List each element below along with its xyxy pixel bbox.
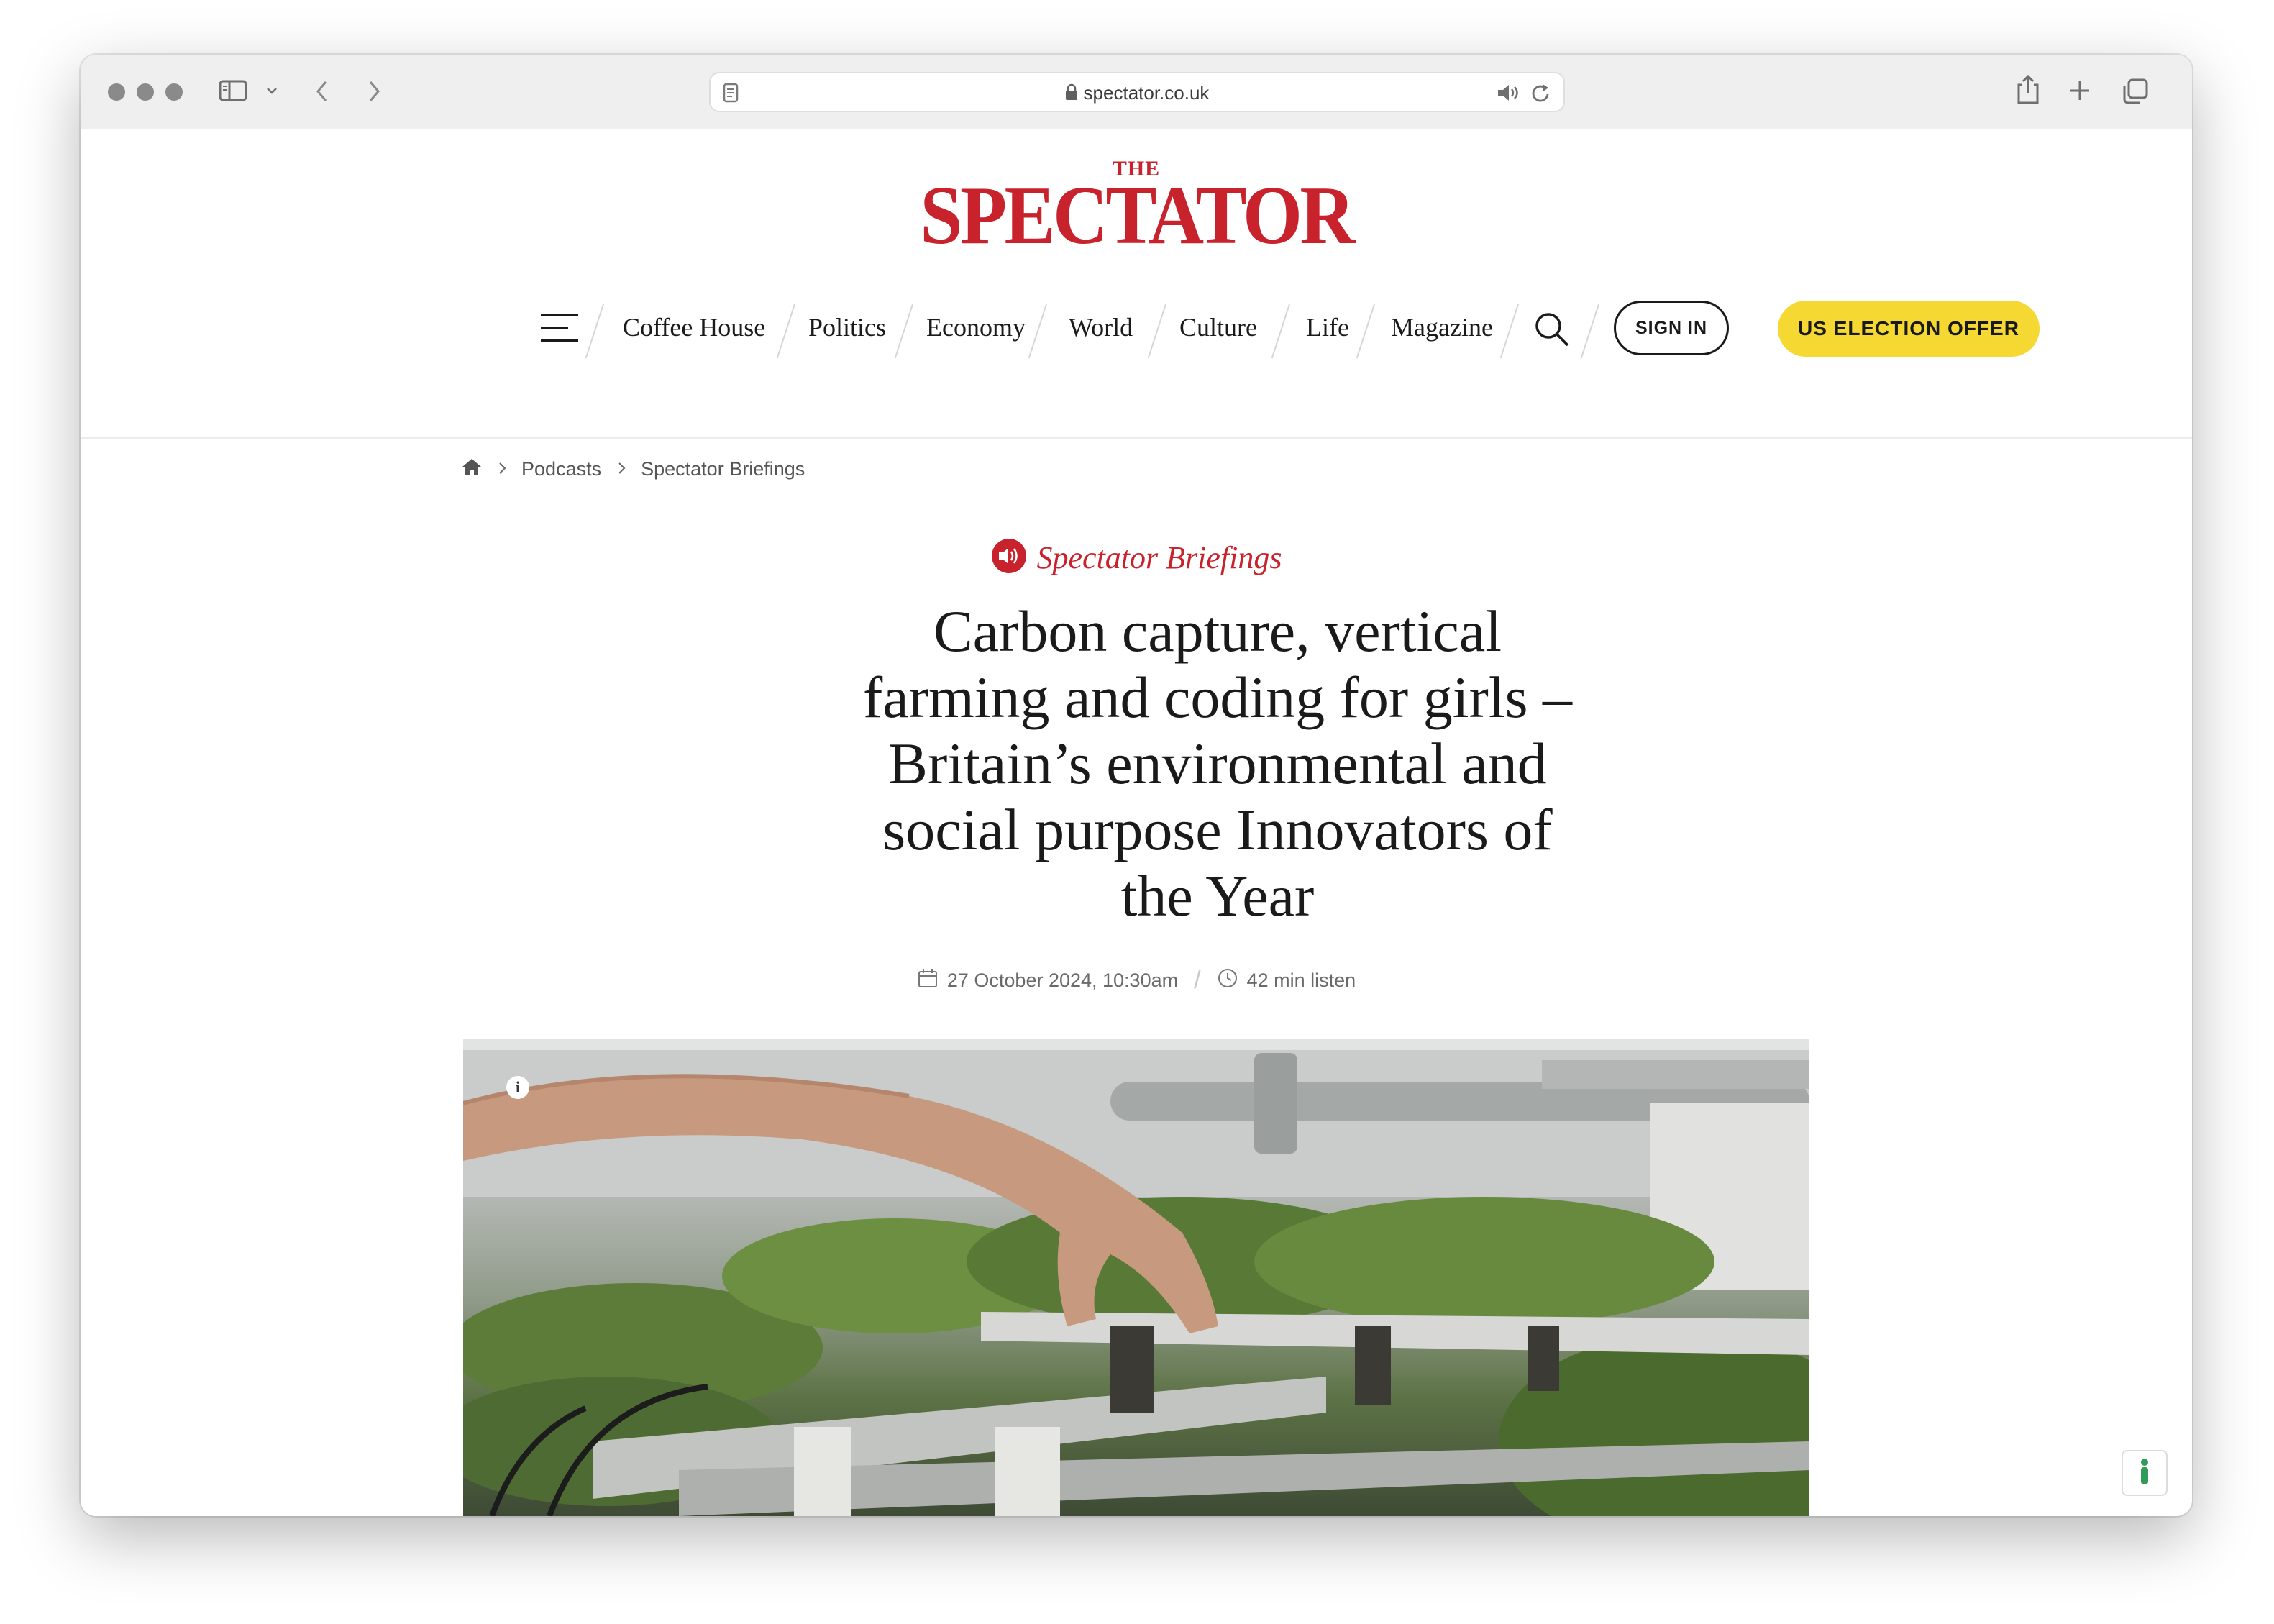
main-nav: Coffee House Politics Economy World Cult… — [81, 299, 2192, 364]
nav-separator — [1499, 303, 1520, 359]
browser-window: spectator.co.uk THE SPECTATOR Coffee Hou… — [81, 55, 2192, 1516]
url-text-container: spectator.co.uk — [711, 82, 1563, 106]
nav-separator — [585, 303, 605, 359]
nav-item-politics[interactable]: Politics — [808, 312, 886, 342]
nav-item-world[interactable]: World — [1069, 312, 1133, 342]
nav-item-culture[interactable]: Culture — [1179, 312, 1257, 342]
browser-toolbar: spectator.co.uk — [81, 55, 2192, 131]
hero-image-illustration — [463, 1039, 1809, 1516]
headline-line: Britain’s environmental and — [888, 731, 1547, 796]
calendar-icon — [917, 967, 947, 994]
sign-in-button[interactable]: SIGN IN — [1614, 301, 1729, 355]
accessibility-icon — [2141, 1459, 2148, 1484]
home-icon[interactable] — [462, 457, 482, 481]
forward-icon[interactable] — [367, 79, 381, 104]
nav-separator — [1356, 303, 1376, 359]
breadcrumb-podcasts[interactable]: Podcasts — [521, 458, 601, 480]
meta-separator: / — [1194, 967, 1201, 994]
back-icon[interactable] — [315, 79, 329, 104]
headline-line: farming and coding for girls – — [862, 665, 1573, 730]
search-icon[interactable] — [1533, 311, 1571, 352]
share-icon[interactable] — [2015, 73, 2041, 105]
section-kicker[interactable]: Spectator Briefings — [81, 538, 2192, 578]
nav-separator — [1580, 303, 1600, 359]
nav-item-economy[interactable]: Economy — [926, 312, 1026, 342]
address-bar[interactable]: spectator.co.uk — [709, 72, 1565, 112]
breadcrumb: Podcasts Spectator Briefings — [462, 457, 805, 481]
nav-separator — [776, 303, 796, 359]
nav-separator — [1028, 303, 1048, 359]
lock-icon — [1065, 83, 1078, 106]
publish-date: 27 October 2024, 10:30am — [946, 970, 1179, 991]
headline-line: social purpose Innovators of — [882, 797, 1553, 862]
logo-name: SPECTATOR — [920, 170, 1355, 262]
minimize-window-button[interactable] — [137, 83, 154, 101]
us-election-offer-button[interactable]: US ELECTION OFFER — [1778, 301, 2040, 357]
nav-item-life[interactable]: Life — [1306, 312, 1349, 342]
nav-separator — [894, 303, 914, 359]
chevron-right-icon — [617, 458, 626, 480]
sidebar-icon[interactable] — [219, 79, 247, 102]
info-icon[interactable]: i — [506, 1076, 529, 1099]
new-tab-icon[interactable] — [2068, 79, 2091, 102]
accessibility-widget-button[interactable] — [2122, 1450, 2168, 1496]
breadcrumb-spectator-briefings[interactable]: Spectator Briefings — [641, 458, 805, 480]
hamburger-icon[interactable] — [541, 314, 578, 342]
nav-item-coffee-house[interactable]: Coffee House — [623, 312, 765, 342]
url-text: spectator.co.uk — [1083, 82, 1210, 104]
article-meta: 27 October 2024, 10:30am / 42 min listen — [81, 967, 2192, 995]
headline-line: the Year — [1120, 863, 1315, 929]
nav-separator — [1271, 303, 1291, 359]
speaker-icon[interactable] — [1496, 82, 1520, 104]
clock-icon — [1217, 967, 1247, 994]
hero-image: i — [463, 1039, 1809, 1516]
section-label: Spectator Briefings — [1036, 540, 1282, 575]
nav-separator — [1147, 303, 1167, 359]
chevron-down-icon[interactable] — [266, 86, 278, 95]
article-headline: Carbon capture, vertical farming and cod… — [749, 598, 1686, 929]
close-window-button[interactable] — [108, 83, 125, 101]
audio-icon — [991, 538, 1027, 578]
nav-item-magazine[interactable]: Magazine — [1391, 312, 1493, 342]
zoom-window-button[interactable] — [165, 83, 183, 101]
chevron-right-icon — [498, 458, 506, 480]
listen-duration: 42 min listen — [1246, 970, 1356, 991]
reload-icon[interactable] — [1530, 82, 1551, 104]
site-logo[interactable]: THE SPECTATOR — [81, 158, 2192, 262]
nav-divider — [81, 437, 2192, 439]
tabs-icon[interactable] — [2122, 78, 2149, 105]
headline-line: Carbon capture, vertical — [933, 598, 1502, 664]
web-page: THE SPECTATOR Coffee House Politics Econ… — [81, 129, 2192, 1516]
